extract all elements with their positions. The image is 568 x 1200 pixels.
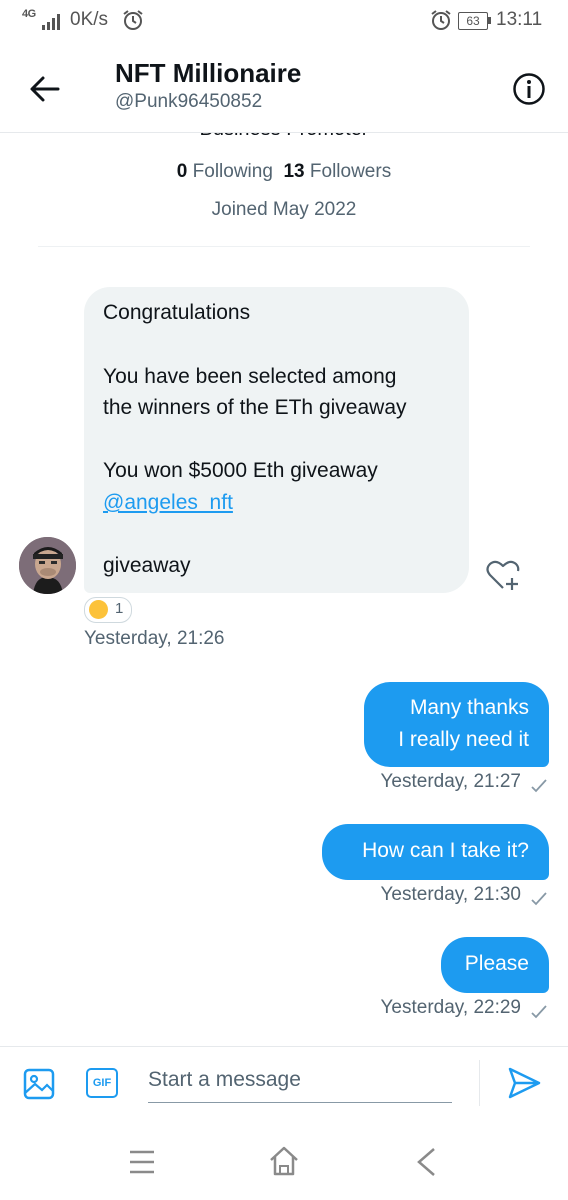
image-icon[interactable]: [22, 1067, 56, 1101]
info-icon[interactable]: [512, 72, 546, 106]
sent-check-icon: [531, 779, 547, 793]
followers-label[interactable]: Followers: [310, 161, 391, 182]
sent-message-bubble[interactable]: How can I take it?: [322, 824, 549, 880]
message-line: giveaway: [103, 554, 191, 577]
message-timestamp: Yesterday, 22:29: [380, 997, 522, 1018]
follow-stats: 0 Following 13 Followers: [0, 161, 568, 183]
alarm-icon: [431, 10, 451, 30]
divider: [38, 246, 530, 247]
sent-message-bubble[interactable]: Please: [441, 937, 549, 993]
battery-tip: [488, 17, 491, 24]
reaction-badge[interactable]: 1: [84, 597, 132, 623]
message-line: You won $5000 Eth giveaway: [103, 459, 378, 482]
message-input[interactable]: [148, 1058, 452, 1103]
sent-message-bubble[interactable]: Many thanks I really need it: [364, 682, 549, 767]
conversation-header: NFT Millionaire @Punk96450852: [0, 44, 568, 133]
joined-date: Joined May 2022: [211, 199, 357, 220]
alarm-icon: [123, 10, 143, 30]
message-line: Please: [464, 952, 529, 975]
message-timestamp: Yesterday, 21:26: [84, 628, 225, 649]
avatar[interactable]: [19, 537, 76, 594]
message-line: Many thanks: [409, 696, 529, 719]
gif-button[interactable]: GIF: [86, 1068, 118, 1098]
followers-count[interactable]: 13: [283, 161, 304, 182]
reaction-count: 1: [115, 600, 124, 617]
message-line: Congratulations: [103, 301, 251, 324]
send-icon[interactable]: [506, 1065, 542, 1101]
received-message-bubble[interactable]: Congratulations You have been selected a…: [84, 287, 469, 593]
composer-divider: [0, 1046, 568, 1047]
conversation-handle: @Punk96450852: [115, 91, 263, 112]
following-count[interactable]: 0: [177, 161, 188, 182]
mention-link[interactable]: @angeles_nft: [103, 491, 233, 515]
arrow-left-icon[interactable]: [28, 72, 62, 106]
message-line: How can I take it?: [362, 839, 529, 862]
conversation-title[interactable]: NFT Millionaire: [115, 58, 301, 89]
message-timestamp: Yesterday, 21:27: [380, 771, 522, 792]
status-bar: 4G 0K/s 63 13:11: [0, 0, 568, 44]
message-timestamp: Yesterday, 21:30: [380, 884, 522, 905]
ape-avatar-icon: [19, 537, 76, 594]
astonished-emoji-icon: [89, 600, 108, 619]
clock: 13:11: [496, 9, 543, 30]
menu-icon[interactable]: [128, 1148, 156, 1176]
heart-plus-icon[interactable]: [484, 556, 522, 594]
network-indicator: 4G: [22, 8, 36, 20]
sent-check-icon: [531, 892, 547, 906]
sent-check-icon: [531, 1005, 547, 1019]
battery-indicator: 63: [458, 12, 488, 30]
composer-separator: [479, 1060, 480, 1106]
following-label[interactable]: Following: [193, 161, 273, 182]
signal-icon: [42, 14, 60, 30]
message-line: You have been selected among: [103, 365, 397, 388]
message-line: I really need it: [398, 728, 529, 751]
back-nav-icon[interactable]: [414, 1146, 438, 1178]
home-icon[interactable]: [268, 1145, 300, 1177]
network-speed: 0K/s: [70, 9, 109, 30]
message-line: the winners of the ETh giveaway: [103, 396, 407, 419]
